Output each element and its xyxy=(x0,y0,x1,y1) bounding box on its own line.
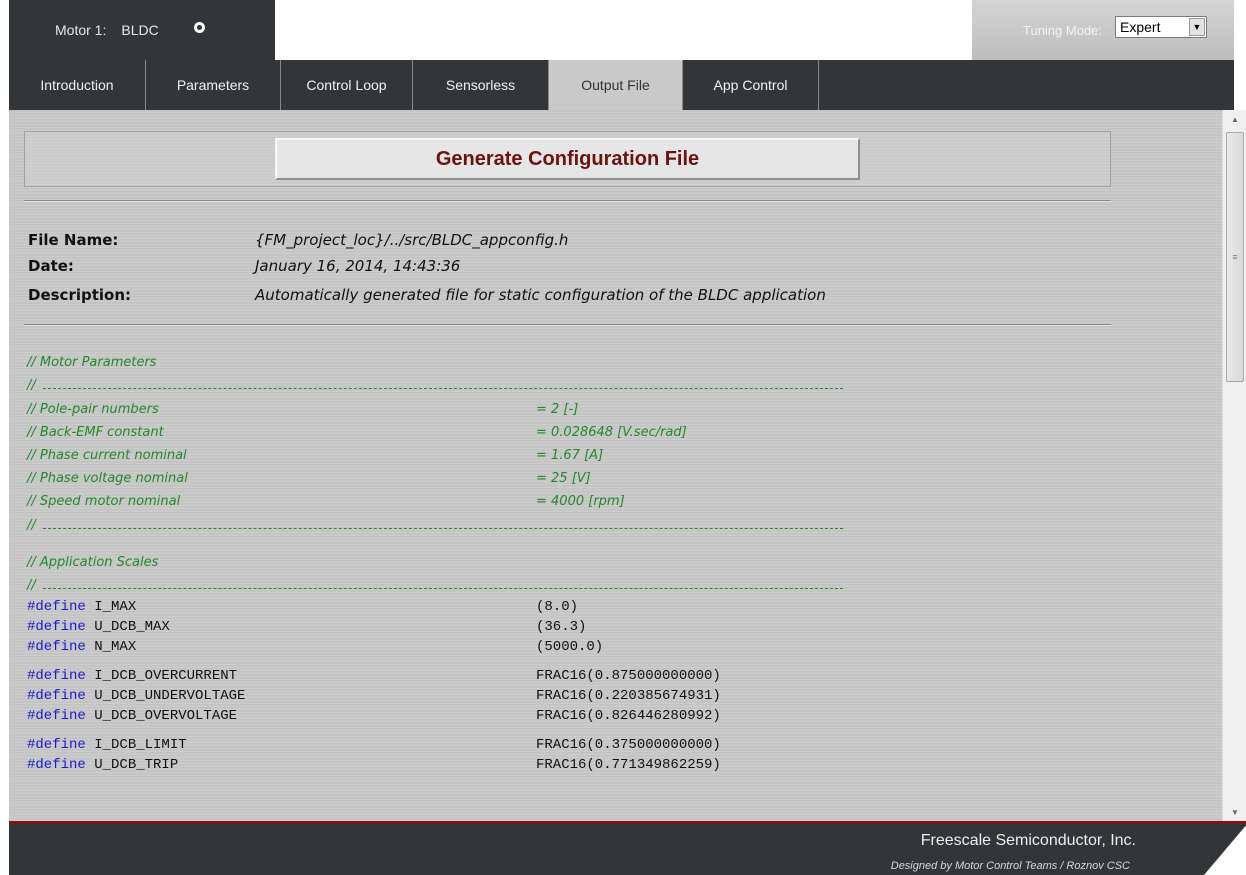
define-value: FRAC16(0.375000000000) xyxy=(536,737,721,753)
divider xyxy=(24,200,1111,202)
motor-params-heading: // Motor Parameters xyxy=(27,355,157,370)
define-line: #define U_DCB_OVERVOLTAGE xyxy=(27,708,237,724)
define-value: (36.3) xyxy=(536,619,587,635)
scroll-up-icon[interactable]: ▲ xyxy=(1223,110,1246,128)
tab-sensorless[interactable]: Sensorless xyxy=(413,60,549,110)
define-keyword: #define xyxy=(27,668,86,684)
motor-selector: Motor 1: BLDC xyxy=(9,0,275,60)
define-value: (8.0) xyxy=(536,599,579,615)
param-value: = 0.028648 [V.sec/rad] xyxy=(536,425,687,440)
date-value: January 16, 2014, 14:43:36 xyxy=(255,257,461,275)
scroll-thumb[interactable]: ≡ xyxy=(1226,132,1244,382)
define-name: I_DCB_OVERCURRENT xyxy=(94,668,238,684)
define-line: #define U_DCB_TRIP xyxy=(27,757,178,773)
define-value: FRAC16(0.771349862259) xyxy=(536,757,721,773)
radio-icon[interactable] xyxy=(193,21,205,33)
define-value: FRAC16(0.875000000000) xyxy=(536,668,721,684)
footer-credit: Designed by Motor Control Teams / Roznov… xyxy=(890,860,1130,872)
tuning-mode-select[interactable]: Expert ▼ xyxy=(1115,16,1208,38)
param-name: // Pole-pair numbers xyxy=(27,402,159,417)
app-scales-heading: // Application Scales xyxy=(27,555,159,570)
tab-bar: Introduction Parameters Control Loop Sen… xyxy=(9,60,1234,110)
define-line: #define U_DCB_UNDERVOLTAGE xyxy=(27,688,245,704)
define-keyword: #define xyxy=(27,757,86,773)
generate-config-button[interactable]: Generate Configuration File xyxy=(275,138,860,180)
dashed-separator xyxy=(43,588,843,589)
param-name: // Back-EMF constant xyxy=(27,425,164,440)
company-name: Freescale Semiconductor, Inc. xyxy=(920,832,1136,849)
define-name: U_DCB_TRIP xyxy=(94,757,179,773)
define-value: FRAC16(0.220385674931) xyxy=(536,688,721,704)
define-name: U_DCB_OVERVOLTAGE xyxy=(94,708,238,724)
define-line: #define I_DCB_OVERCURRENT xyxy=(27,668,237,684)
dashed-separator xyxy=(43,528,843,529)
param-name: // Phase current nominal xyxy=(27,448,187,463)
define-keyword: #define xyxy=(27,708,86,724)
define-value: FRAC16(0.826446280992) xyxy=(536,708,721,724)
motor-label: Motor 1: xyxy=(55,22,107,38)
param-value: = 2 [-] xyxy=(536,402,579,417)
output-file-panel: Generate Configuration File File Name: {… xyxy=(9,110,1222,821)
description-value: Automatically generated file for static … xyxy=(255,286,826,304)
date-label: Date: xyxy=(28,257,74,275)
param-value: = 1.67 [A] xyxy=(536,448,604,463)
define-name: I_MAX xyxy=(94,599,137,615)
define-name: N_MAX xyxy=(94,639,137,655)
tab-output-file[interactable]: Output File xyxy=(549,60,683,110)
scroll-down-icon[interactable]: ▼ xyxy=(1223,803,1246,821)
param-value: = 25 [V] xyxy=(536,471,591,486)
tab-app-control[interactable]: App Control xyxy=(683,60,819,110)
define-line: #define U_DCB_MAX xyxy=(27,619,170,635)
comment-separator: // xyxy=(27,378,36,393)
comment-separator: // xyxy=(27,578,36,593)
description-label: Description: xyxy=(28,286,132,304)
tuning-mode-label: Tuning Mode: xyxy=(1023,22,1103,38)
define-name: I_DCB_LIMIT xyxy=(94,737,187,753)
define-value: (5000.0) xyxy=(536,639,604,655)
define-keyword: #define xyxy=(27,737,86,753)
param-name: // Phase voltage nominal xyxy=(27,471,188,486)
define-keyword: #define xyxy=(27,688,86,704)
file-name-value: {FM_project_loc}/../src/BLDC_appconfig.h xyxy=(255,231,569,249)
file-name-label: File Name: xyxy=(28,231,119,249)
define-line: #define N_MAX xyxy=(27,639,136,655)
tab-control-loop[interactable]: Control Loop xyxy=(281,60,413,110)
define-keyword: #define xyxy=(27,639,86,655)
define-line: #define I_DCB_LIMIT xyxy=(27,737,187,753)
comment-separator: // xyxy=(27,518,36,533)
tab-introduction[interactable]: Introduction xyxy=(9,60,146,110)
dashed-separator xyxy=(43,388,843,389)
define-name: U_DCB_UNDERVOLTAGE xyxy=(94,688,246,704)
divider xyxy=(24,324,1111,326)
define-name: U_DCB_MAX xyxy=(94,619,170,635)
tuning-mode-value: Expert xyxy=(1120,19,1161,35)
param-name: // Speed motor nominal xyxy=(27,494,181,509)
vertical-scrollbar[interactable]: ▲ ≡ ▼ xyxy=(1222,110,1246,821)
footer: Freescale Semiconductor, Inc. Designed b… xyxy=(9,821,1246,875)
define-keyword: #define xyxy=(27,599,86,615)
define-line: #define I_MAX xyxy=(27,599,136,615)
param-value: = 4000 [rpm] xyxy=(536,494,625,509)
chevron-down-icon[interactable]: ▼ xyxy=(1189,18,1206,36)
tuning-mode-panel: Tuning Mode: Expert ▼ xyxy=(972,0,1234,60)
tab-parameters[interactable]: Parameters xyxy=(146,60,281,110)
motor-type: BLDC xyxy=(121,22,159,38)
define-keyword: #define xyxy=(27,619,86,635)
